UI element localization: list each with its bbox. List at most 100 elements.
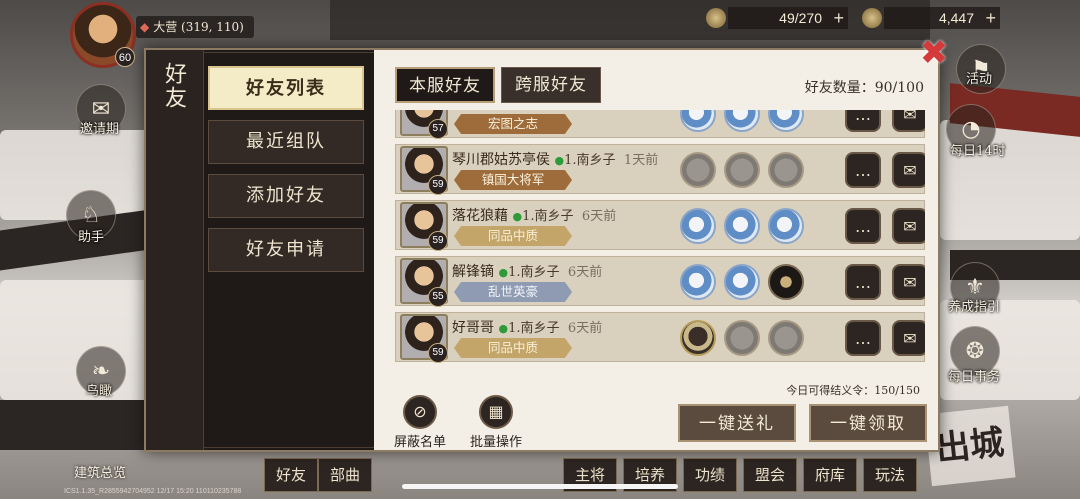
chat-icon[interactable]: … (845, 152, 881, 188)
blacklist-button[interactable]: ⊘ 屏蔽名单 (392, 395, 448, 450)
food-icon (706, 8, 726, 28)
close-icon[interactable]: ✖ (918, 36, 950, 70)
gift-icon[interactable]: ✉ (892, 320, 925, 356)
friend-name: 落花狼藉 (452, 208, 508, 224)
gift-slot-icon (724, 264, 760, 300)
friend-last-online: 6天前 (581, 209, 617, 224)
friend-row[interactable]: 55 解锋镝 ●1.南乡子 6天前 乱世英豪 … ✉ (395, 256, 925, 307)
build-overview-label[interactable]: 建筑总览 (74, 462, 126, 481)
friend-name-line: 解锋镝 ●1.南乡子 6天前 (452, 261, 602, 281)
friend-count-label: 好友数量： (804, 80, 875, 96)
gift-slot-icon (724, 110, 760, 132)
bottom-tab-gameplay[interactable]: 玩法 (863, 458, 917, 492)
gift-slot-icon (680, 208, 716, 244)
friend-list-panel: 本服好友 跨服好友 好友数量：90/100 57 宏图之志 … ✉ 59 琴川郡… (374, 50, 938, 450)
dialog-title-strip: 好友 (146, 50, 204, 450)
bottom-tab-friends[interactable]: 好友 (264, 458, 318, 492)
friend-name: 好哥哥 (452, 320, 494, 336)
side-label-guide: 养成指引 (948, 300, 1001, 315)
friend-count-value: 90/100 (874, 80, 924, 96)
resource-gold-value: 4,447 (938, 10, 974, 26)
gift-icon[interactable]: ✉ (892, 152, 925, 188)
friend-level: 59 (428, 343, 448, 363)
friend-row[interactable]: 59 琴川郡姑苏亭侯 ●1.南乡子 1天前 镇国大将军 … ✉ (395, 144, 925, 195)
friend-title-banner: 乱世英豪 (454, 282, 572, 302)
gift-slot-icon (724, 320, 760, 356)
bottom-tab-troops[interactable]: 部曲 (318, 458, 372, 492)
grid-icon: ▦ (479, 395, 513, 429)
friend-last-online: 6天前 (567, 265, 603, 280)
send-all-gifts-button[interactable]: 一键送礼 (678, 404, 796, 442)
gift-slot-icon (724, 152, 760, 188)
friend-title-banner: 宏图之志 (454, 114, 572, 134)
bond-token-quota: 今日可得结义令：150/150 (786, 382, 920, 398)
friend-name-line: 琴川郡姑苏亭侯 ●1.南乡子 1天前 (452, 149, 658, 169)
player-avatar[interactable]: 60 (70, 2, 136, 68)
gift-slot-icon (680, 152, 716, 188)
version-text: ICS1.1.35_R2855942704952 12/17 15:20 110… (64, 488, 242, 495)
gift-icon[interactable]: ✉ (892, 110, 925, 132)
gift-slots (680, 264, 804, 300)
resource-stamina[interactable]: 49/270 + (728, 7, 848, 29)
blacklist-icon: ⊘ (403, 395, 437, 429)
friend-name-line: 好哥哥 ●1.南乡子 6天前 (452, 317, 602, 337)
friend-list[interactable]: 57 宏图之志 … ✉ 59 琴川郡姑苏亭侯 ●1.南乡子 1天前 镇国大将军 … (395, 110, 925, 378)
blacklist-label: 屏蔽名单 (393, 435, 446, 450)
dialog-title: 好友 (161, 62, 186, 110)
online-dot-icon: ● (498, 266, 509, 279)
tab-same-server[interactable]: 本服好友 (395, 67, 495, 103)
side-label-clock: 每日14时 (950, 144, 1006, 159)
tab-friend-requests[interactable]: 好友申请 (208, 228, 364, 272)
side-label-event: 活动 (966, 72, 993, 87)
location-text: 大营 (319, 110) (153, 20, 244, 34)
chat-icon[interactable]: … (845, 110, 881, 132)
gift-slot-icon (724, 208, 760, 244)
location-display[interactable]: ◆ 大营 (319, 110) (136, 16, 254, 38)
gift-slot-icon (768, 152, 804, 188)
resource-gold[interactable]: 4,447 + (884, 7, 1000, 29)
server-tabs: 本服好友 跨服好友 (395, 67, 601, 103)
friend-name: 琴川郡姑苏亭侯 (452, 152, 550, 168)
friend-name: 解锋镝 (452, 264, 494, 280)
gift-slots (680, 152, 804, 188)
friend-title-banner: 同品中质 (454, 338, 572, 358)
gift-icon[interactable]: ✉ (892, 264, 925, 300)
claim-all-button[interactable]: 一键领取 (809, 404, 927, 442)
gift-icon[interactable]: ✉ (892, 208, 925, 244)
quota-label: 今日可得结义令： (786, 384, 875, 397)
friend-row[interactable]: 59 落花狼藉 ●1.南乡子 6天前 同品中质 … ✉ (395, 200, 925, 251)
batch-operation-button[interactable]: ▦ 批量操作 (468, 395, 524, 450)
location-pin-icon: ◆ (140, 20, 150, 34)
gift-slot-icon (768, 110, 804, 132)
bottom-tools: ⊘ 屏蔽名单 ▦ 批量操作 (392, 395, 524, 450)
tab-cross-server[interactable]: 跨服好友 (501, 67, 601, 103)
friend-row[interactable]: 57 宏图之志 … ✉ (395, 110, 925, 139)
home-indicator[interactable] (402, 484, 678, 489)
player-level: 60 (115, 47, 135, 67)
bottom-tab-merit[interactable]: 功绩 (683, 458, 737, 492)
gift-slot-icon (768, 264, 804, 300)
friend-count: 好友数量：90/100 (805, 77, 924, 97)
friend-server: 1.南乡子 (508, 265, 560, 280)
side-label-daily: 每日事务 (948, 370, 1001, 385)
coin-icon (862, 8, 882, 28)
friend-name-line: 落花狼藉 ●1.南乡子 6天前 (452, 205, 616, 225)
tab-add-friend[interactable]: 添加好友 (208, 174, 364, 218)
friend-title-banner: 镇国大将军 (454, 170, 572, 190)
friend-title-banner: 同品中质 (454, 226, 572, 246)
gift-slot-icon (680, 110, 716, 132)
side-label-invite: 邀请期 (80, 122, 120, 137)
tab-friend-list[interactable]: 好友列表 (208, 66, 364, 110)
chat-icon[interactable]: … (845, 208, 881, 244)
bottom-tab-alliance[interactable]: 盟会 (743, 458, 797, 492)
friend-level: 57 (428, 119, 448, 139)
friend-server: 1.南乡子 (508, 321, 560, 336)
quota-value: 150/150 (874, 384, 920, 397)
bottom-tab-storage[interactable]: 府库 (803, 458, 857, 492)
chat-icon[interactable]: … (845, 320, 881, 356)
chat-icon[interactable]: … (845, 264, 881, 300)
friend-level: 59 (428, 231, 448, 251)
online-dot-icon: ● (498, 322, 509, 335)
tab-recent-team[interactable]: 最近组队 (208, 120, 364, 164)
friend-row[interactable]: 59 好哥哥 ●1.南乡子 6天前 同品中质 … ✉ (395, 312, 925, 363)
